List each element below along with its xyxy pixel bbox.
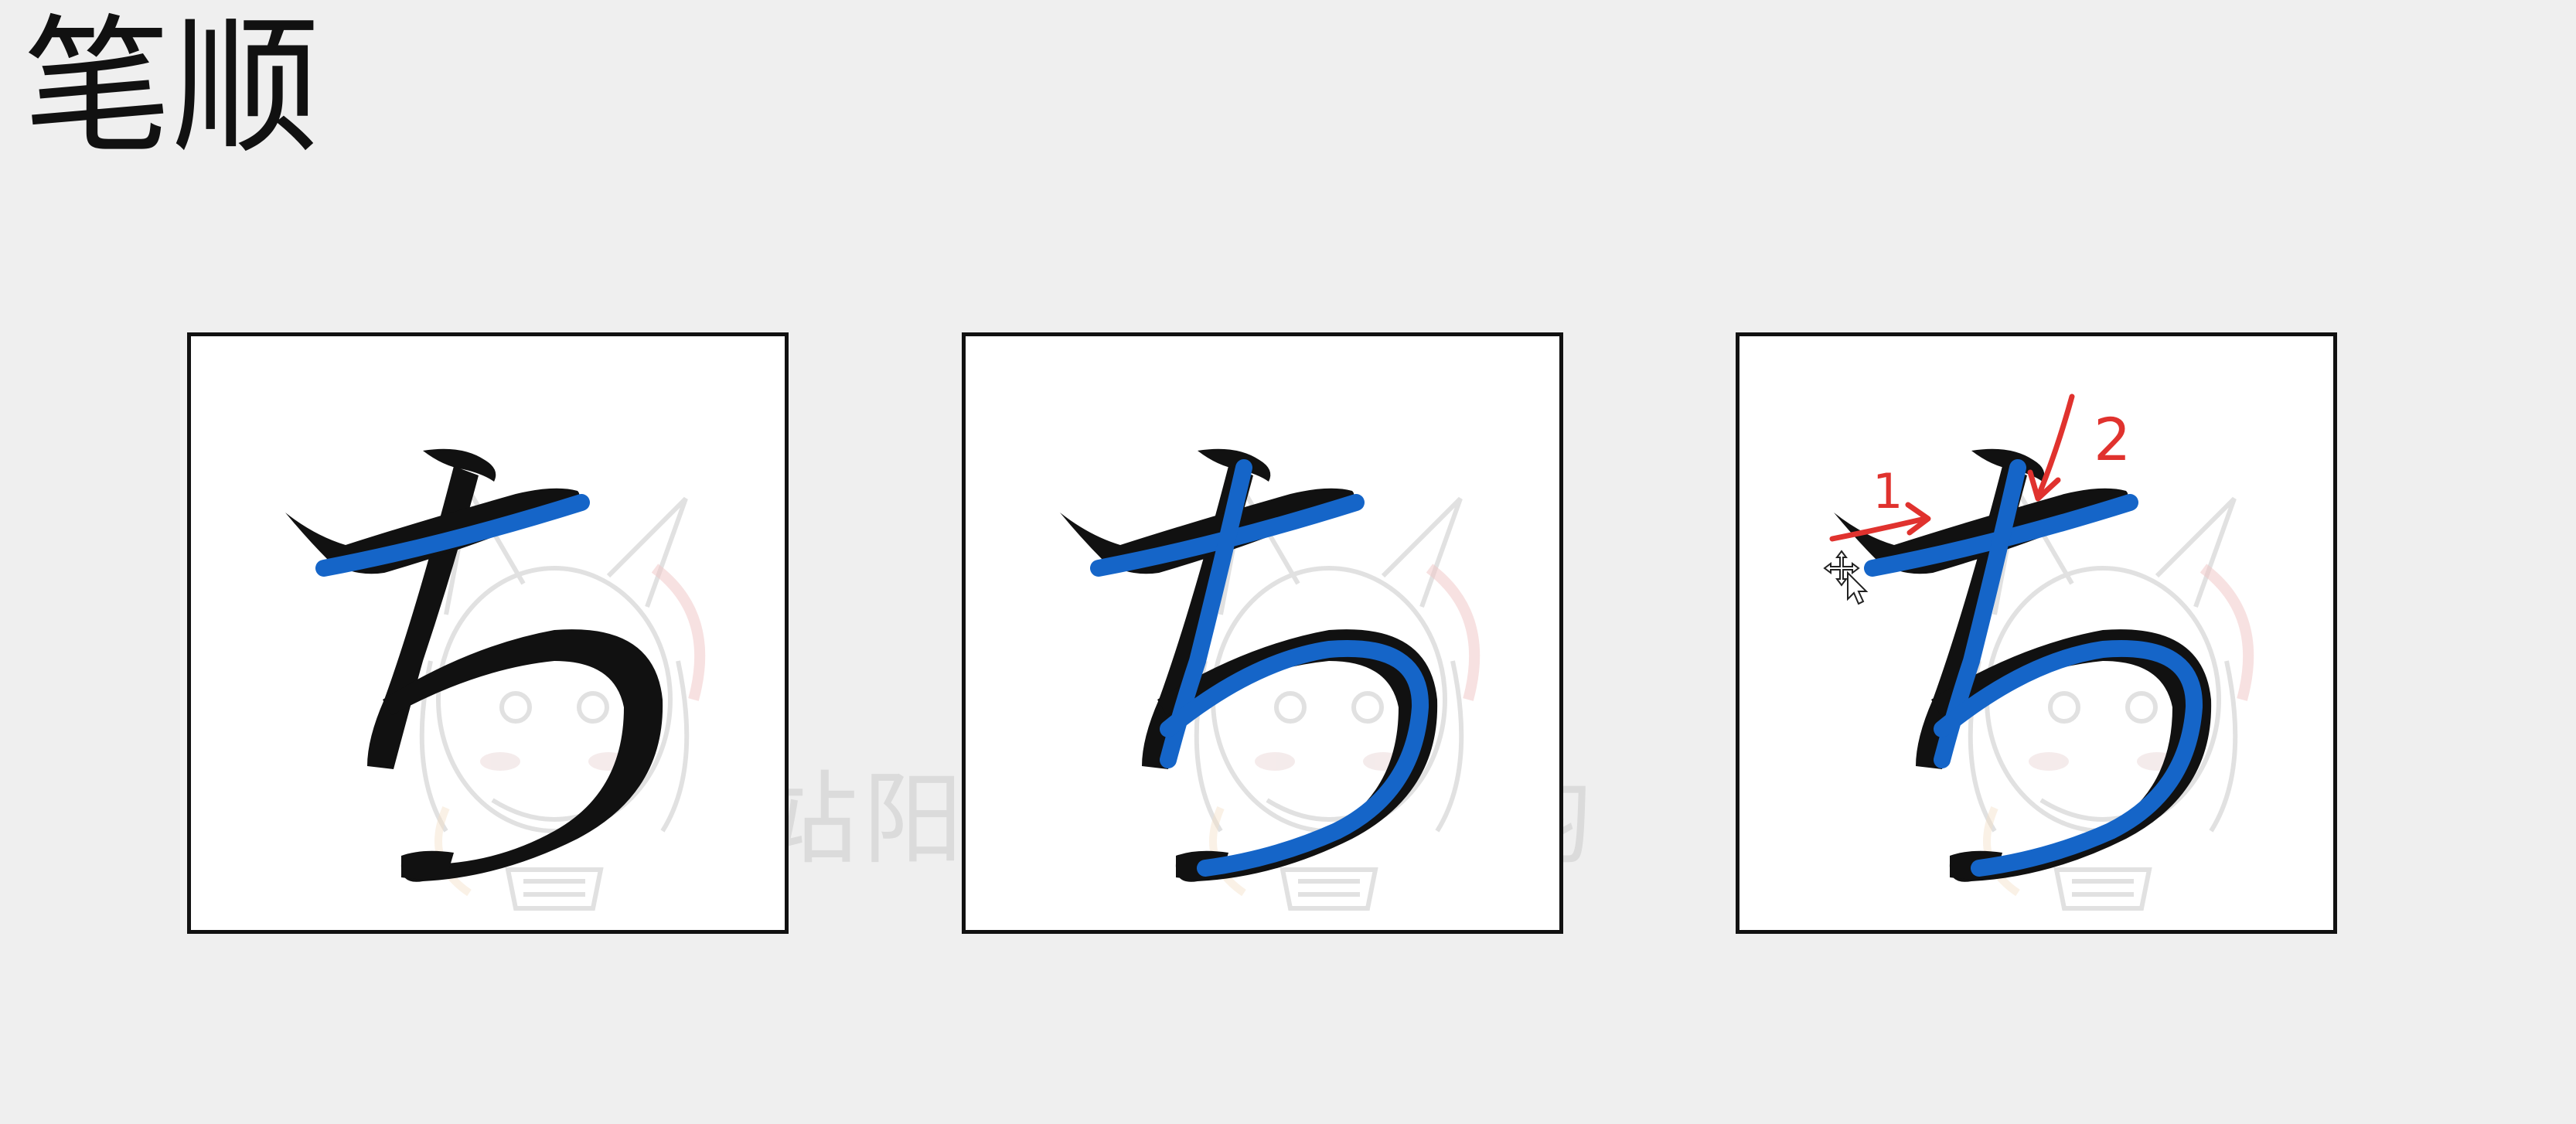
stroke-order-panel-2 — [962, 332, 1563, 934]
move-cursor-icon — [1823, 550, 1869, 605]
page-title: 笔顺 — [23, 2, 320, 174]
annotation-arrow-2 — [2027, 393, 2075, 502]
kana-stroke-diagram: 1 2 — [1823, 393, 2333, 930]
kana-stroke-diagram — [1060, 448, 1559, 930]
annotation-label-2: 2 — [2094, 405, 2131, 474]
annotation-label-1: 1 — [1872, 463, 1903, 519]
kana-stroke-diagram — [285, 448, 785, 930]
watermark-text: 站阳 — [758, 761, 969, 878]
kana-glyph — [1060, 448, 1438, 882]
stroke-order-panel-1 — [187, 332, 789, 934]
stroke-order-panel-3: 1 2 — [1736, 332, 2337, 934]
kana-glyph — [285, 448, 663, 882]
